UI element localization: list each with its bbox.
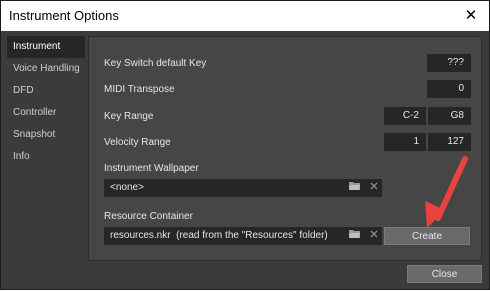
sidebar-item-info[interactable]: Info (7, 146, 85, 168)
sidebar-item-controller[interactable]: Controller (7, 102, 85, 124)
sidebar-item-voice-handling[interactable]: Voice Handling (7, 58, 85, 80)
sidebar-item-instrument[interactable]: Instrument (7, 36, 85, 58)
folder-icon[interactable] (348, 181, 362, 195)
dialog-body: Instrument Voice Handling DFD Controller… (1, 31, 489, 289)
key-range-high-field[interactable]: G8 (428, 107, 471, 125)
midi-transpose-label: MIDI Transpose (104, 84, 175, 95)
title-bar: Instrument Options ✕ (1, 1, 489, 31)
close-icon[interactable]: ✕ (463, 8, 479, 24)
clear-icon[interactable] (367, 229, 381, 243)
resource-container-label: Resource Container (104, 211, 193, 222)
window-title: Instrument Options (9, 8, 119, 23)
clear-icon[interactable] (367, 181, 381, 195)
key-switch-field[interactable]: ??? (427, 54, 471, 72)
midi-transpose-field[interactable]: 0 (427, 80, 471, 98)
key-switch-label: Key Switch default Key (104, 58, 207, 69)
velocity-range-low-field[interactable]: 1 (384, 133, 426, 151)
create-button[interactable]: Create (384, 227, 470, 245)
instrument-panel: Key Switch default Key ??? MIDI Transpos… (88, 36, 482, 261)
close-button[interactable]: Close (407, 265, 482, 283)
sidebar-item-dfd[interactable]: DFD (7, 80, 85, 102)
sidebar: Instrument Voice Handling DFD Controller… (7, 36, 85, 168)
key-range-low-field[interactable]: C-2 (384, 107, 426, 125)
key-range-label: Key Range (104, 111, 154, 122)
folder-icon[interactable] (348, 229, 362, 243)
velocity-range-label: Velocity Range (104, 137, 171, 148)
resource-container-field[interactable]: resources.nkr (read from the "Resources"… (104, 227, 382, 245)
wallpaper-label: Instrument Wallpaper (104, 163, 199, 174)
velocity-range-high-field[interactable]: 127 (428, 133, 471, 151)
wallpaper-field[interactable]: <none> (104, 179, 382, 197)
instrument-options-dialog: Instrument Options ✕ Instrument Voice Ha… (0, 0, 490, 290)
sidebar-item-snapshot[interactable]: Snapshot (7, 124, 85, 146)
